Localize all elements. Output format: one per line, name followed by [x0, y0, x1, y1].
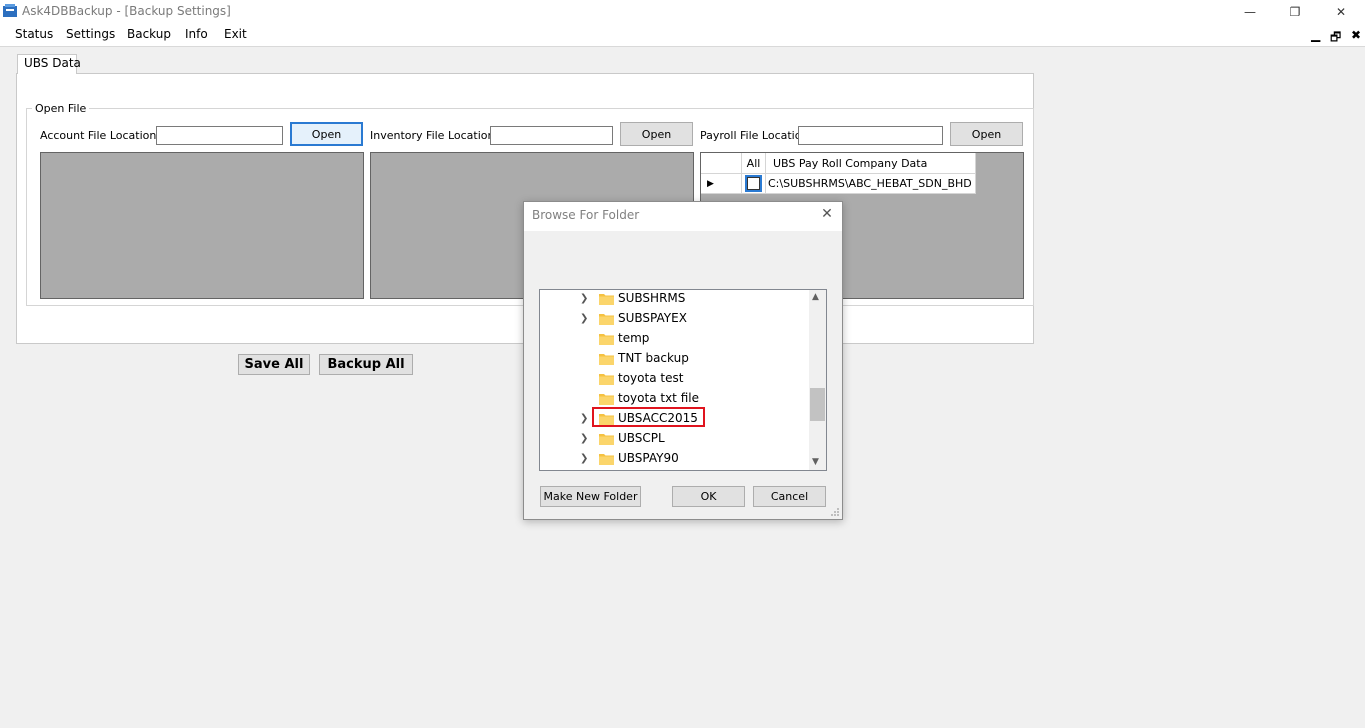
menu-info[interactable]: Info: [185, 27, 208, 41]
menu-settings[interactable]: Settings: [66, 27, 115, 41]
tree-item-label: toyota test: [618, 371, 684, 385]
dialog-close-icon[interactable]: ✕: [818, 205, 836, 223]
tree-item[interactable]: temp: [540, 329, 808, 349]
inventory-open-button[interactable]: Open: [620, 122, 693, 146]
row-checkbox-cell: [742, 174, 766, 194]
window-title: Ask4DBBackup - [Backup Settings]: [22, 4, 231, 18]
menu-backup[interactable]: Backup: [127, 27, 171, 41]
tree-item-label: TNT backup: [618, 351, 689, 365]
scroll-down-icon[interactable]: ▼: [812, 457, 819, 467]
restore-icon: ❐: [1289, 4, 1301, 19]
tree-scrollbar[interactable]: [809, 290, 826, 470]
scroll-thumb[interactable]: [810, 388, 825, 421]
tree-item[interactable]: toyota txt file: [540, 389, 808, 409]
inventory-file-input[interactable]: [490, 126, 613, 145]
chevron-right-icon[interactable]: ❯: [580, 453, 588, 464]
row-checkbox[interactable]: [745, 175, 762, 192]
row-indicator-icon: ▶: [701, 174, 742, 194]
payroll-file-label: Payroll File Location: [700, 129, 809, 142]
mdi-minimize-icon[interactable]: ▁: [1311, 28, 1320, 42]
folder-icon: [599, 314, 614, 325]
payroll-file-input[interactable]: [798, 126, 943, 145]
restore-button[interactable]: ❐: [1272, 0, 1318, 23]
group-legend: Open File: [32, 102, 90, 115]
chevron-right-icon[interactable]: ❯: [580, 413, 588, 424]
menu-status[interactable]: Status: [15, 27, 53, 41]
folder-icon: [599, 354, 614, 365]
app-icon: [3, 4, 17, 17]
folder-icon: [599, 394, 614, 405]
mdi-restore-icon[interactable]: 🗗: [1330, 28, 1341, 49]
chevron-right-icon[interactable]: ❯: [580, 293, 588, 304]
grid-corner: [701, 153, 742, 174]
tree-item[interactable]: ❯ UBSPAY90: [540, 449, 808, 469]
tree-item[interactable]: TNT backup: [540, 349, 808, 369]
chevron-right-icon[interactable]: ❯: [580, 313, 588, 324]
row-path-cell[interactable]: C:\SUBSHRMS\ABC_HEBAT_SDN_BHD: [766, 174, 976, 194]
account-file-label: Account File Location: [40, 129, 157, 142]
make-new-folder-button[interactable]: Make New Folder: [540, 486, 641, 507]
tree-item-label: SUBSHRMS: [618, 291, 686, 305]
column-header-data[interactable]: UBS Pay Roll Company Data: [766, 153, 976, 174]
tree-item[interactable]: ❯ SUBSPAYEX: [540, 309, 808, 329]
tree-item-label: SUBSPAYEX: [618, 311, 687, 325]
mdi-close-icon[interactable]: ✖: [1351, 28, 1361, 42]
tree-item-label: UBSCPL: [618, 431, 665, 445]
cancel-button[interactable]: Cancel: [753, 486, 826, 507]
tree-item-label: UBSPAY90: [618, 451, 679, 465]
folder-icon: [599, 374, 614, 385]
ok-button[interactable]: OK: [672, 486, 745, 507]
backup-all-button[interactable]: Backup All: [319, 354, 413, 375]
menu-exit[interactable]: Exit: [224, 27, 247, 41]
folder-icon: [599, 294, 614, 305]
account-file-input[interactable]: [156, 126, 283, 145]
save-all-button[interactable]: Save All: [238, 354, 310, 375]
close-icon: ✕: [1335, 4, 1347, 19]
resize-grip-icon[interactable]: [830, 507, 840, 517]
folder-icon: [599, 454, 614, 465]
payroll-open-button[interactable]: Open: [950, 122, 1023, 146]
folder-icon: [599, 434, 614, 445]
close-button[interactable]: ✕: [1318, 0, 1364, 23]
tree-item[interactable]: ❯ UBSCPL: [540, 429, 808, 449]
folder-icon: [599, 334, 614, 345]
dialog-title: Browse For Folder: [532, 208, 640, 222]
tree-item[interactable]: toyota test: [540, 369, 808, 389]
highlight-box: [592, 407, 705, 427]
tree-item-label: toyota txt file: [618, 391, 699, 405]
account-grid[interactable]: [40, 152, 364, 299]
chevron-right-icon[interactable]: ❯: [580, 433, 588, 444]
column-header-all[interactable]: All: [742, 153, 766, 174]
minimize-button[interactable]: —: [1227, 0, 1273, 23]
tree-item[interactable]: ❯ SUBSHRMS: [540, 289, 808, 309]
tab-label: UBS Data: [24, 56, 81, 70]
account-open-button[interactable]: Open: [290, 122, 363, 146]
inventory-file-label: Inventory File Location: [370, 129, 495, 142]
scroll-up-icon[interactable]: ▲: [812, 292, 819, 302]
minimize-icon: —: [1244, 4, 1256, 19]
tree-item-label: temp: [618, 331, 650, 345]
